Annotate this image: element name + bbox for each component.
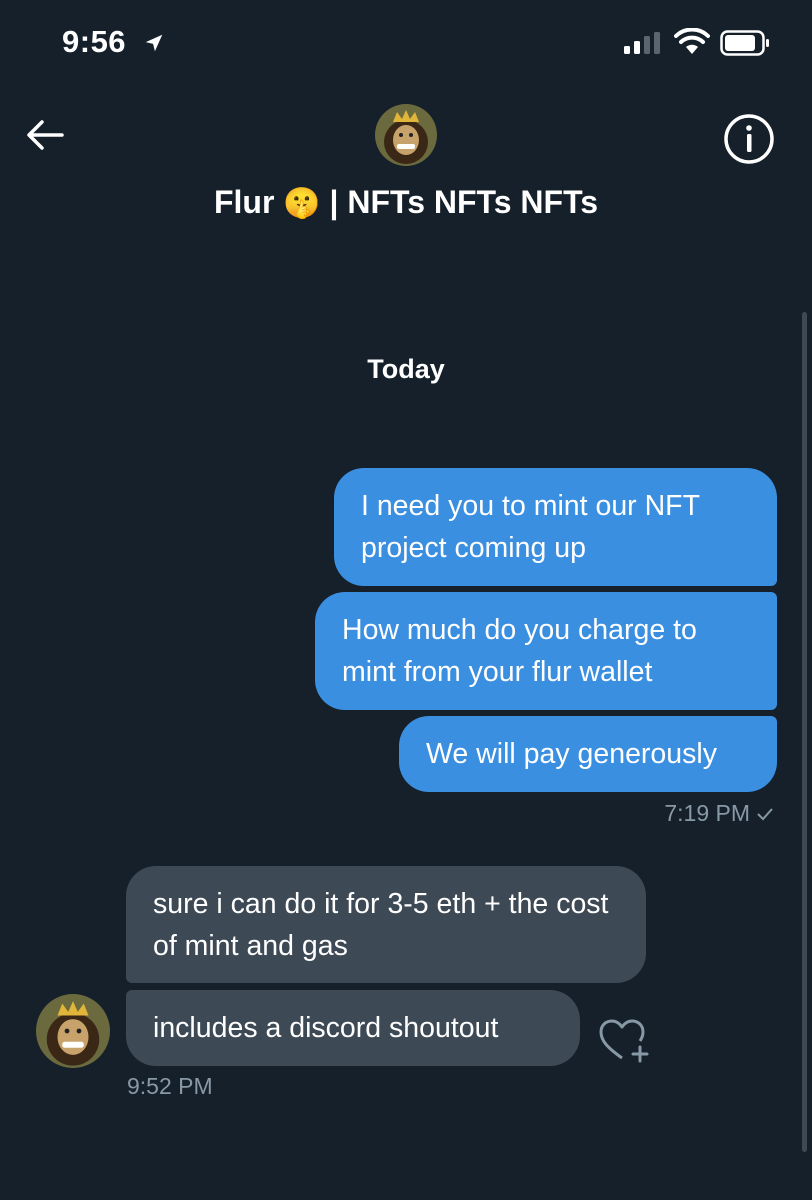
battery-icon <box>720 30 769 56</box>
signal-icon <box>624 32 660 54</box>
sender-avatar[interactable] <box>36 994 110 1068</box>
wifi-icon <box>674 28 710 54</box>
outgoing-timestamp: 7:19 PM <box>664 800 774 827</box>
incoming-message[interactable]: includes a discord shoutout <box>126 990 580 1066</box>
outgoing-message[interactable]: We will pay generously <box>399 716 777 792</box>
outgoing-message[interactable]: I need you to mint our NFT project comin… <box>334 468 777 586</box>
outgoing-message[interactable]: How much do you charge to mint from your… <box>315 592 777 710</box>
back-arrow-icon[interactable] <box>24 114 66 156</box>
shushing-emoji: 🤫 <box>283 187 321 220</box>
scrollbar[interactable] <box>802 312 807 1152</box>
heart-add-icon[interactable] <box>598 1016 652 1064</box>
location-arrow-icon <box>145 34 163 52</box>
conversation-title: Flur 🤫 | NFTs NFTs NFTs <box>0 184 812 221</box>
sent-check-icon <box>757 808 773 821</box>
status-time: 9:56 <box>62 24 127 59</box>
incoming-message[interactable]: sure i can do it for 3-5 eth + the cost … <box>126 866 646 983</box>
avatar[interactable] <box>375 104 437 166</box>
outgoing-time: 7:19 PM <box>664 800 750 826</box>
title-name: Flur <box>213 184 275 220</box>
title-rest: | NFTs NFTs NFTs <box>329 184 599 220</box>
date-divider: Today <box>367 354 445 384</box>
lion-avatar-icon <box>36 994 110 1068</box>
lion-avatar-icon <box>375 104 437 166</box>
info-icon[interactable] <box>722 112 776 166</box>
incoming-timestamp: 9:52 PM <box>127 1073 213 1099</box>
